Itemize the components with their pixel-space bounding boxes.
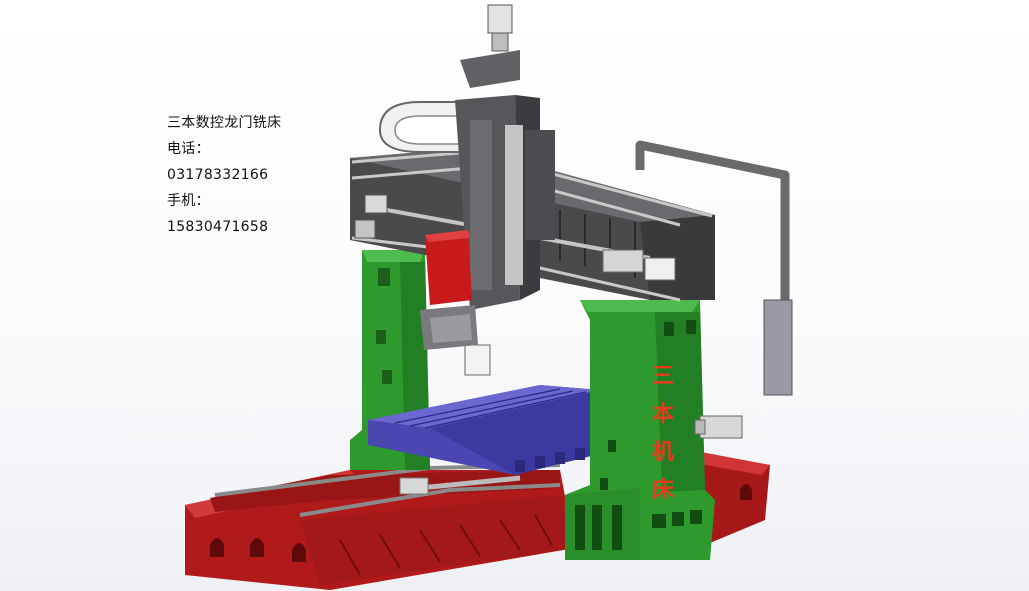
phone-number: 03178332166 bbox=[167, 167, 269, 183]
mobile-label: 手机： bbox=[167, 193, 210, 209]
company-name: 三本数控龙门铣床 bbox=[167, 115, 282, 131]
column-brand-label: 三 本 机 床 bbox=[640, 358, 686, 510]
column-char-1: 三 bbox=[651, 364, 674, 389]
phone-label: 电话： bbox=[167, 141, 210, 157]
mobile-number: 15830471658 bbox=[167, 219, 269, 235]
gantry-milling-machine-illustration bbox=[185, 4, 793, 590]
column-char-4: 床 bbox=[651, 478, 674, 503]
contact-info: 三本数控龙门铣床 电话： 03178332166 手机： 15830471658 bbox=[167, 110, 281, 240]
column-char-3: 机 bbox=[651, 440, 674, 465]
column-char-2: 本 bbox=[651, 402, 674, 427]
